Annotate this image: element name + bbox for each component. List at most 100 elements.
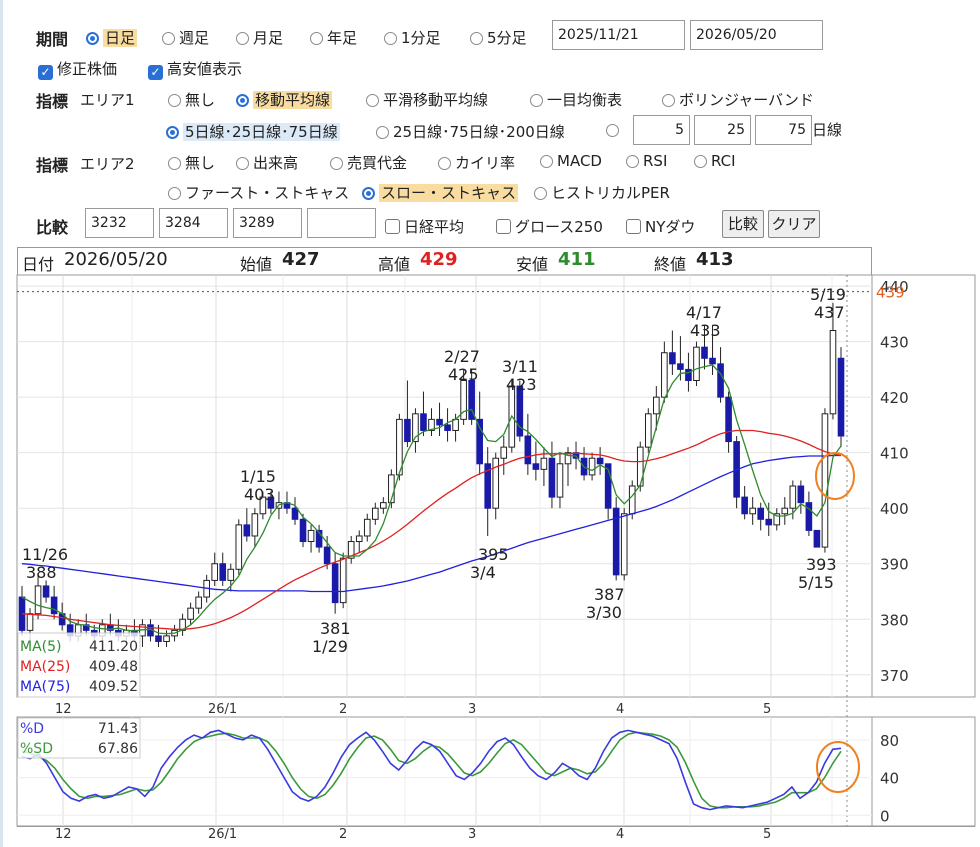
candle-body bbox=[195, 596, 202, 609]
compare-code-input-2[interactable]: 3289 bbox=[233, 208, 302, 238]
checkbox-label: 高安値表示 bbox=[167, 60, 243, 78]
radio-icon[interactable] bbox=[310, 32, 323, 45]
period-option-3[interactable]: 年足 bbox=[310, 27, 357, 48]
checkbox-icon[interactable] bbox=[626, 219, 641, 234]
area1-option-3[interactable]: 一目均衡表 bbox=[530, 89, 622, 110]
period-option-1[interactable]: 週足 bbox=[162, 27, 209, 48]
radio-icon[interactable] bbox=[626, 155, 639, 168]
date-from-input[interactable]: 2025/11/21 bbox=[552, 20, 685, 50]
area2-option-3[interactable]: カイリ率 bbox=[438, 152, 515, 173]
ma-preset-1[interactable]: 25日線･75日線･200日線 bbox=[376, 121, 565, 142]
radio-icon[interactable] bbox=[166, 126, 179, 139]
area1-option-1[interactable]: 移動平均線 bbox=[236, 89, 333, 110]
ma-preset-0[interactable]: 5日線･25日線･75日線 bbox=[166, 121, 340, 142]
area2-option-4[interactable]: MACD bbox=[540, 152, 602, 170]
checkbox-label: 日経平均 bbox=[404, 218, 465, 236]
x-tick-label: 5 bbox=[763, 702, 771, 717]
ma75-line bbox=[21, 454, 841, 593]
radio-icon[interactable] bbox=[662, 94, 675, 107]
growth250-checkbox[interactable]: グロース250 bbox=[496, 216, 603, 237]
area2-option-7[interactable]: ファースト・ストキャス bbox=[168, 182, 349, 203]
radio-icon[interactable] bbox=[362, 187, 375, 200]
nikkei-checkbox[interactable]: 日経平均 bbox=[385, 216, 464, 237]
radio-icon[interactable] bbox=[376, 126, 389, 139]
period-option-5[interactable]: 5分足 bbox=[470, 27, 527, 48]
radio-icon[interactable] bbox=[534, 187, 547, 200]
clear-button[interactable]: クリア bbox=[768, 210, 820, 238]
area2-option-8[interactable]: スロー・ストキャス bbox=[362, 182, 519, 203]
radio-icon[interactable] bbox=[438, 157, 451, 170]
radio-icon[interactable] bbox=[540, 155, 553, 168]
radio-icon[interactable] bbox=[236, 157, 249, 170]
price-annotation-value: 388 bbox=[26, 563, 57, 582]
checkbox-checked-icon[interactable]: ✓ bbox=[148, 65, 163, 80]
period-option-2[interactable]: 月足 bbox=[236, 27, 283, 48]
area2-option-2[interactable]: 売買代金 bbox=[330, 152, 407, 173]
period-option-4[interactable]: 1分足 bbox=[384, 27, 441, 48]
area1-option-0[interactable]: 無し bbox=[168, 89, 215, 110]
candle-body bbox=[34, 585, 42, 615]
radio-icon[interactable] bbox=[530, 94, 543, 107]
radio-icon[interactable] bbox=[168, 157, 181, 170]
radio-icon[interactable] bbox=[470, 32, 483, 45]
radio-icon[interactable] bbox=[86, 32, 99, 45]
ma-short-input[interactable]: 5 bbox=[633, 115, 690, 145]
candle-body bbox=[98, 624, 106, 637]
area2-option-6[interactable]: RCI bbox=[694, 152, 736, 170]
candle-body bbox=[412, 413, 419, 443]
price-annotation-date: 1/15 bbox=[240, 467, 276, 486]
radio-label: 5日線･25日線･75日線 bbox=[183, 123, 340, 141]
nydow-checkbox[interactable]: NYダウ bbox=[626, 216, 695, 237]
radio-icon[interactable] bbox=[162, 32, 175, 45]
candle-body bbox=[347, 541, 355, 559]
compare-button[interactable]: 比較 bbox=[722, 210, 764, 238]
price-annotation-value: 387 bbox=[594, 585, 625, 604]
checkbox-icon[interactable] bbox=[496, 219, 511, 234]
area1-option-2[interactable]: 平滑移動平均線 bbox=[366, 89, 488, 110]
price-tick-label: 430 bbox=[880, 334, 909, 352]
radio-icon[interactable] bbox=[384, 32, 397, 45]
radio-icon[interactable] bbox=[168, 94, 181, 107]
show-high-low-checkbox[interactable]: ✓ 高安値表示 bbox=[148, 58, 242, 80]
radio-icon[interactable] bbox=[168, 187, 181, 200]
stoch-tick-label: 0 bbox=[880, 807, 890, 825]
candle-body bbox=[371, 507, 379, 520]
area1-option-4[interactable]: ボリンジャーバンド bbox=[662, 89, 814, 110]
candle-body bbox=[452, 418, 459, 431]
price-annotation-date: 5/15 bbox=[798, 573, 834, 592]
area1-indicator-label: 指標 bbox=[36, 92, 69, 111]
radio-icon[interactable] bbox=[330, 157, 343, 170]
candle-body bbox=[267, 496, 275, 509]
price-annotation-value: 437 bbox=[814, 303, 845, 322]
candle-body bbox=[789, 485, 797, 509]
area2-option-9[interactable]: ヒストリカルPER bbox=[534, 182, 670, 203]
ma-preset-custom[interactable] bbox=[606, 121, 623, 139]
radio-icon[interactable] bbox=[366, 94, 379, 107]
checkbox-checked-icon[interactable]: ✓ bbox=[38, 65, 53, 80]
period-option-0[interactable]: 日足 bbox=[86, 27, 138, 48]
checkbox-label: NYダウ bbox=[645, 218, 696, 236]
low-value: 411 bbox=[558, 249, 596, 270]
area2-option-0[interactable]: 無し bbox=[168, 152, 215, 173]
checkbox-icon[interactable] bbox=[385, 219, 400, 234]
area2-option-5[interactable]: RSI bbox=[626, 152, 667, 170]
checkbox-label: 修正株価 bbox=[57, 60, 118, 78]
radio-icon[interactable] bbox=[606, 124, 619, 137]
adjusted-price-checkbox[interactable]: ✓ 修正株価 bbox=[38, 58, 117, 80]
area2-option-1[interactable]: 出来高 bbox=[236, 152, 298, 173]
date-to-input[interactable]: 2026/05/20 bbox=[690, 20, 823, 50]
stoch-highlight-circle bbox=[816, 741, 860, 793]
high-label: 高値 bbox=[378, 255, 411, 274]
candle-body bbox=[661, 352, 668, 398]
current-price-label: 439 bbox=[876, 284, 905, 302]
ma-long-input[interactable]: 75 bbox=[755, 115, 812, 145]
ma-mid-input[interactable]: 25 bbox=[694, 115, 751, 145]
radio-icon[interactable] bbox=[236, 32, 249, 45]
candle-body bbox=[636, 446, 644, 487]
compare-code-input-0[interactable]: 3232 bbox=[85, 208, 154, 238]
compare-code-input-3[interactable] bbox=[307, 208, 376, 238]
radio-icon[interactable] bbox=[236, 94, 249, 107]
compare-code-input-1[interactable]: 3284 bbox=[159, 208, 228, 238]
candle-body bbox=[323, 546, 331, 565]
radio-icon[interactable] bbox=[694, 155, 707, 168]
